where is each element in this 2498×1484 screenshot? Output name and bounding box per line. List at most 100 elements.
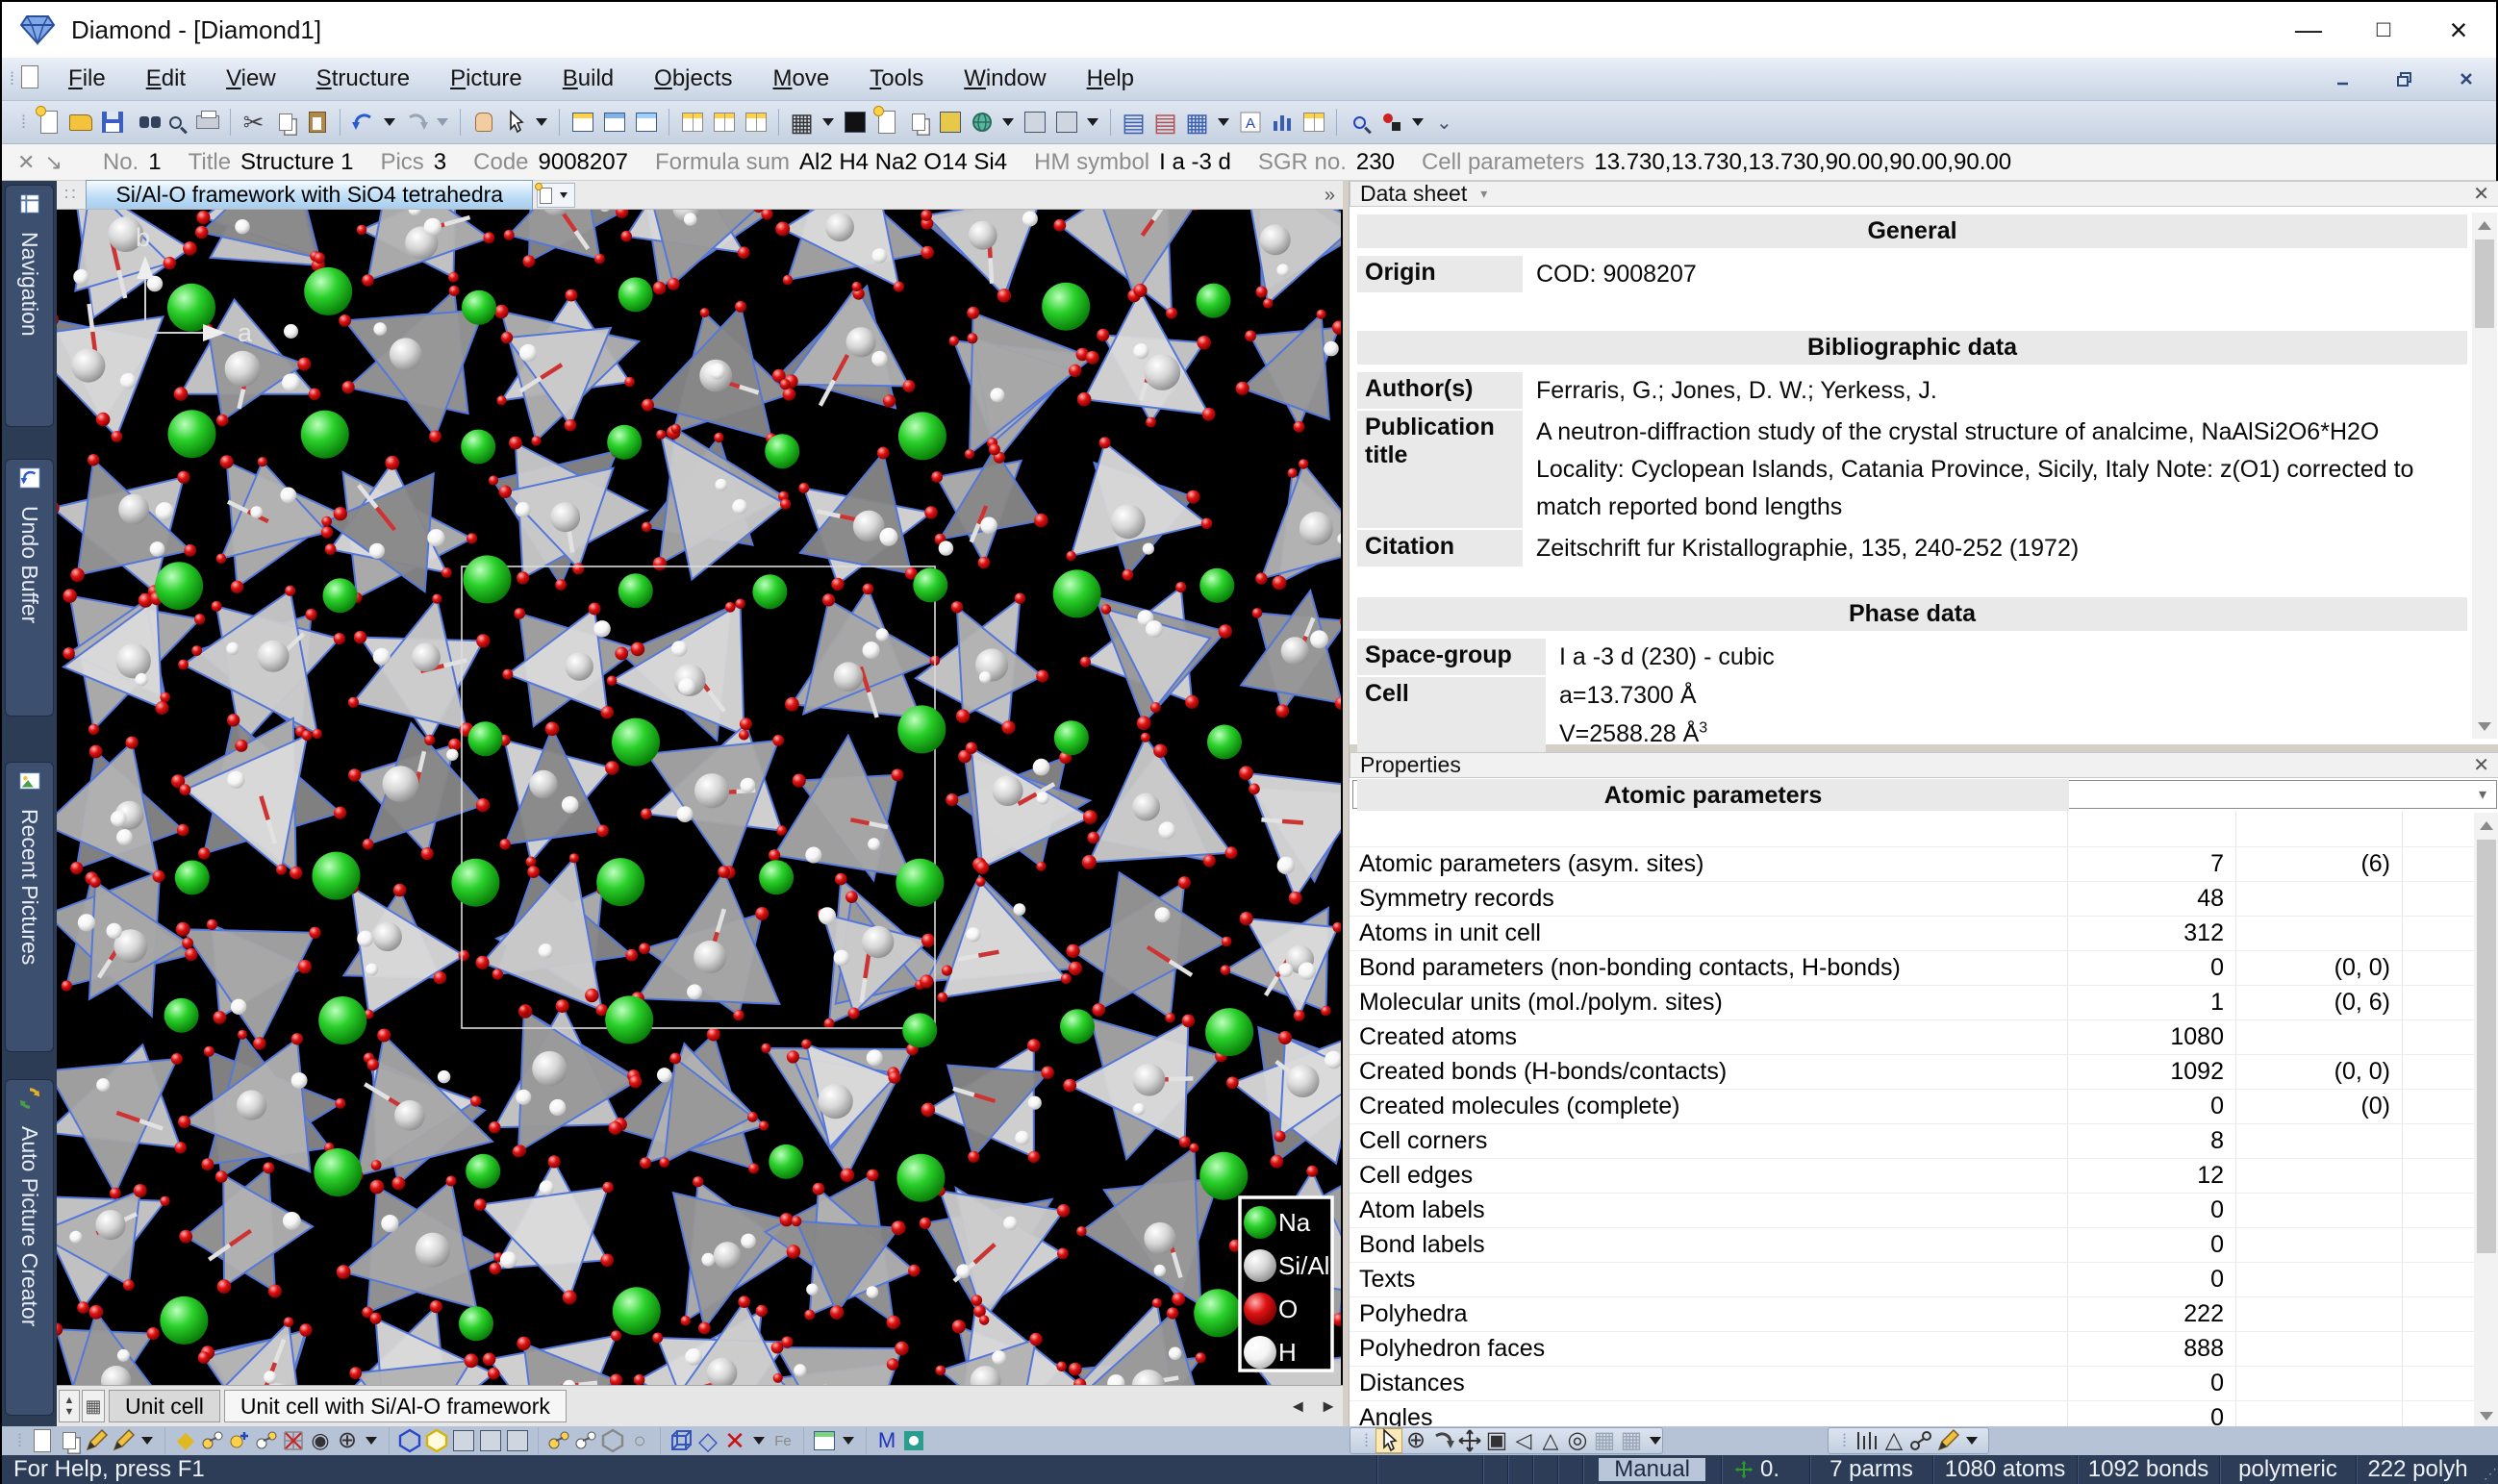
bb-icon[interactable]	[599, 1428, 626, 1453]
menu-window[interactable]: Window	[944, 65, 1066, 92]
datasheet-menu-icon[interactable]: ▾	[1480, 186, 1487, 202]
dropdown-arrow-icon[interactable]	[753, 1437, 765, 1445]
teal-icon[interactable]	[900, 1428, 927, 1453]
menu-objects[interactable]: Objects	[634, 65, 752, 92]
wundo-icon[interactable]	[630, 107, 662, 138]
dropdown-arrow-icon[interactable]	[384, 118, 395, 126]
menu-file[interactable]: File	[48, 65, 126, 92]
paste-icon[interactable]	[301, 107, 333, 138]
datasheet-pane-header[interactable]: Data sheet ▾ ✕	[1350, 181, 2498, 207]
menu-edit[interactable]: Edit	[126, 65, 206, 92]
table-row[interactable]: Created atoms1080	[1350, 1020, 2498, 1055]
table-row[interactable]: Created molecules (complete)0(0)	[1350, 1090, 2498, 1124]
torb-icon[interactable]: ⊕	[334, 1428, 361, 1453]
tab-overflow-chevron[interactable]: »	[1325, 185, 1335, 207]
pstruct-icon[interactable]	[934, 107, 966, 138]
table-row[interactable]: Atoms in unit cell312	[1350, 917, 2498, 951]
dropdown-arrow-icon[interactable]	[1412, 118, 1424, 126]
info-expand-icon[interactable]: ↘	[44, 150, 62, 175]
hxb-icon[interactable]	[396, 1428, 423, 1453]
cb-icon[interactable]	[1266, 107, 1298, 138]
properties-close-icon[interactable]: ✕	[2473, 753, 2489, 777]
wtree-icon[interactable]	[1050, 107, 1082, 138]
ady-icon[interactable]: ◆	[172, 1428, 199, 1453]
save-icon[interactable]	[96, 107, 128, 138]
bb-icon[interactable]	[545, 1428, 572, 1453]
aplus-icon[interactable]	[226, 1428, 253, 1453]
table-row[interactable]: Atomic parameters (asym. sites)7(6)	[1350, 847, 2498, 882]
pencil-icon[interactable]	[1934, 1428, 1961, 1453]
table-row[interactable]: Texts0	[1350, 1263, 2498, 1297]
dropdown-arrow-icon[interactable]	[1002, 118, 1014, 126]
pencil-icon[interactable]	[110, 1428, 137, 1453]
bb-icon[interactable]	[572, 1428, 599, 1453]
cut-icon[interactable]: ✂	[238, 107, 269, 138]
close-button[interactable]: ×	[2421, 2, 2496, 58]
new-icon[interactable]	[33, 107, 64, 138]
torb-icon[interactable]: ⊕	[1402, 1428, 1429, 1453]
bpg-icon[interactable]	[56, 1428, 83, 1453]
sidebar-tab-auto-picture-creator[interactable]: Auto Picture Creator	[5, 1079, 54, 1416]
table-row[interactable]: Polyhedra222	[1350, 1297, 2498, 1332]
menu-move[interactable]: Move	[753, 65, 850, 92]
ct-icon[interactable]	[1298, 107, 1329, 138]
l-icon[interactable]: ▦	[1181, 107, 1213, 138]
tnew-icon[interactable]	[676, 107, 708, 138]
structure-canvas[interactable]: baNaSi/AlOH	[57, 210, 1343, 1385]
toolbar-overflow-icon[interactable]: ⌄	[1436, 111, 1452, 135]
tscale-icon[interactable]: ▣	[1483, 1428, 1510, 1453]
tab-scroll-spinner[interactable]: ▲▼	[59, 1390, 80, 1422]
maximize-button[interactable]: □	[2346, 2, 2421, 58]
copy-icon[interactable]	[269, 107, 301, 138]
tsel-icon[interactable]	[1375, 1428, 1402, 1453]
pcopy-icon[interactable]	[902, 107, 934, 138]
resize-grip-icon[interactable]: ⋰	[2479, 1455, 2498, 1484]
table-row[interactable]: Created bonds (H-bonds/contacts)1092(0, …	[1350, 1055, 2498, 1090]
menu-help[interactable]: Help	[1067, 65, 1154, 92]
new-picture-button[interactable]	[537, 183, 575, 208]
tcopy-icon[interactable]	[708, 107, 740, 138]
tg1-icon[interactable]: ▦	[1591, 1428, 1618, 1453]
tab-grid-button[interactable]: ▦	[82, 1390, 105, 1422]
redo-icon[interactable]	[400, 107, 432, 138]
poly-icon[interactable]: ◇	[694, 1428, 721, 1453]
menu-build[interactable]: Build	[542, 65, 634, 92]
trot-icon[interactable]	[1429, 1428, 1456, 1453]
bpx-icon[interactable]	[83, 1428, 110, 1453]
datasheet-scrollbar[interactable]	[2472, 213, 2497, 739]
mdi-minimize-button[interactable]	[2327, 66, 2359, 91]
dropdown-arrow-icon[interactable]	[1087, 118, 1098, 126]
preview-icon[interactable]	[160, 107, 191, 138]
table-row[interactable]: Polyhedron faces888	[1350, 1332, 2498, 1367]
sidebar-tab-undo-buffer[interactable]: Undo Buffer	[5, 459, 54, 717]
ruler-icon[interactable]	[1854, 1428, 1880, 1453]
status-mode-cell[interactable]: Manual	[1582, 1455, 1721, 1484]
sidebar-tab-recent-pictures[interactable]: Recent Pictures	[5, 762, 54, 1052]
minimize-button[interactable]: —	[2271, 2, 2346, 58]
toolbar-grip[interactable]: ⁞	[10, 69, 15, 89]
agrid-icon[interactable]	[280, 1428, 307, 1453]
xred-icon[interactable]: ✕	[721, 1428, 748, 1453]
track-icon[interactable]	[1375, 107, 1407, 138]
print-icon[interactable]	[191, 107, 223, 138]
picture-tab-active[interactable]: Si/Al-O framework with SiO4 tetrahedra	[86, 180, 533, 209]
table-row[interactable]: Molecular units (mol./polym. sites)1(0, …	[1350, 986, 2498, 1020]
properties-scrollbar[interactable]	[2474, 813, 2498, 1426]
bottom-grip[interactable]: ⁞	[17, 1431, 23, 1451]
amol-icon[interactable]	[450, 1428, 477, 1453]
hmag-icon[interactable]	[1344, 107, 1375, 138]
table-row[interactable]: Cell corners8	[1350, 1124, 2498, 1159]
info-close-icon[interactable]: ✕	[17, 150, 35, 175]
dropdown-arrow-icon[interactable]	[1650, 1437, 1661, 1445]
table-row[interactable]: Atom labels0	[1350, 1194, 2498, 1228]
amol-icon[interactable]	[199, 1428, 226, 1453]
tabbar-grip[interactable]: ∷	[64, 185, 76, 205]
menu-view[interactable]: View	[206, 65, 296, 92]
datasheet-close-icon[interactable]: ✕	[2473, 182, 2489, 206]
toolbar-grip-2[interactable]: ⁞	[21, 113, 27, 133]
l-icon[interactable]: ▤	[1149, 107, 1181, 138]
l-icon[interactable]: ▤	[1118, 107, 1149, 138]
bottom-tab-2[interactable]: Unit cell with Si/Al-O framework	[224, 1390, 567, 1422]
dropdown-arrow-icon[interactable]	[822, 118, 834, 126]
table-row[interactable]: Distances0	[1350, 1367, 2498, 1401]
